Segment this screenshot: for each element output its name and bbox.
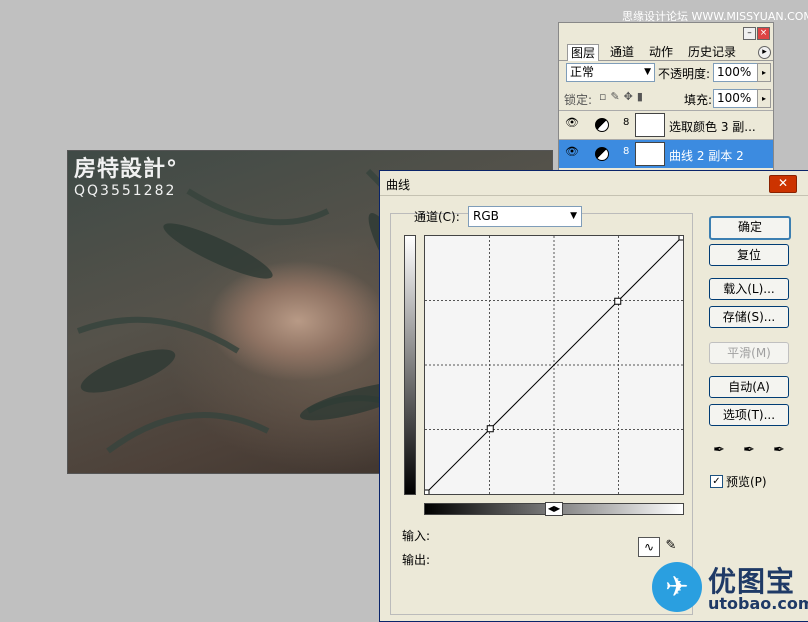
pencil-icon[interactable]: ✎ bbox=[663, 537, 679, 555]
tab-channels[interactable]: 通道 bbox=[607, 44, 637, 60]
blend-mode-select[interactable]: 正常 ▼ bbox=[566, 63, 655, 82]
lock-icons[interactable]: ▫✎✥▮ bbox=[599, 90, 647, 103]
adjustment-layer-icon bbox=[595, 118, 609, 132]
layer-name: 选取颜色 3 副... bbox=[669, 120, 756, 134]
eye-icon[interactable]: 👁 bbox=[565, 146, 579, 157]
auto-button[interactable]: 自动(A) bbox=[709, 376, 789, 398]
logo-title: 房特設計° bbox=[74, 157, 179, 182]
gradient-toggle-icon[interactable]: ◀▶ bbox=[545, 502, 563, 516]
link-icon: 8 bbox=[623, 146, 630, 157]
link-icon: 8 bbox=[623, 117, 630, 128]
curve-tool-icon[interactable]: ∿ bbox=[638, 537, 660, 557]
channel-select[interactable]: RGB ▼ bbox=[468, 206, 582, 227]
panel-menu-icon[interactable]: ▸ bbox=[758, 46, 771, 59]
dialog-title: 曲线 bbox=[386, 178, 411, 192]
layer-name: 曲线 2 副本 2 bbox=[669, 149, 744, 163]
fill-input[interactable]: 100% bbox=[713, 89, 758, 108]
curve-control-point[interactable] bbox=[678, 233, 686, 241]
chevron-down-icon: ▼ bbox=[570, 211, 577, 221]
chevron-down-icon: ▼ bbox=[644, 67, 651, 77]
layers-panel-titlebar bbox=[559, 23, 773, 41]
channel-value: RGB bbox=[473, 209, 499, 223]
layer-row-selected[interactable]: 👁 8 曲线 2 副本 2 bbox=[559, 139, 773, 168]
layer-mask-thumbnail[interactable] bbox=[635, 113, 665, 137]
layer-mask-thumbnail[interactable] bbox=[635, 142, 665, 166]
save-button[interactable]: 存储(S)... bbox=[709, 306, 789, 328]
output-gradient-bar bbox=[404, 235, 416, 495]
curve-svg[interactable] bbox=[422, 233, 686, 497]
preview-label: 预览(P) bbox=[726, 475, 767, 489]
tab-history[interactable]: 历史记录 bbox=[685, 44, 739, 60]
smooth-button[interactable]: 平滑(M) bbox=[709, 342, 789, 364]
curve-control-point[interactable] bbox=[486, 425, 494, 433]
close-icon[interactable]: × bbox=[757, 27, 770, 40]
logo-subtitle: QQ3551282 bbox=[74, 183, 177, 199]
opacity-arrow-icon[interactable]: ▸ bbox=[757, 63, 771, 82]
close-button[interactable]: ✕ bbox=[769, 175, 797, 193]
ok-button[interactable]: 确定 bbox=[709, 216, 791, 240]
tab-layers[interactable]: 图层 bbox=[567, 44, 600, 61]
eye-icon[interactable]: 👁 bbox=[565, 117, 579, 128]
dialog-titlebar: 曲线 ✕ bbox=[380, 171, 808, 196]
lock-label: 锁定: bbox=[564, 93, 593, 107]
channel-label: 通道(C): bbox=[414, 210, 460, 224]
output-label: 输出: bbox=[402, 553, 431, 567]
curve-control-point[interactable] bbox=[422, 489, 430, 497]
reset-button[interactable]: 复位 bbox=[709, 244, 789, 266]
layer-row[interactable]: 👁 8 选取颜色 3 副... bbox=[559, 110, 773, 139]
curve-graph[interactable] bbox=[422, 233, 686, 497]
input-label: 输入: bbox=[402, 529, 431, 543]
curve-control-point[interactable] bbox=[614, 297, 622, 305]
opacity-input[interactable]: 100% bbox=[713, 63, 758, 82]
layers-panel: – × 图层 通道 动作 历史记录 ▸ 正常 ▼ 不透明度: 100% ▸ 锁定… bbox=[558, 22, 774, 174]
preview-checkbox[interactable]: ✓ bbox=[710, 475, 723, 488]
fill-label: 填充: bbox=[684, 93, 713, 107]
fill-arrow-icon[interactable]: ▸ bbox=[757, 89, 771, 108]
blend-mode-value: 正常 bbox=[570, 65, 595, 79]
white-eyedropper-icon[interactable]: ✒ bbox=[770, 441, 788, 459]
panel-tabs: 图层 通道 动作 历史记录 ▸ bbox=[559, 42, 773, 61]
curves-dialog: 曲线 ✕ 通道(C): RGB ▼ ◀▶ 输入: 输出: ∿ ✎ 确定 复位 载… bbox=[379, 170, 808, 622]
bird-logo-icon: ✈ bbox=[652, 562, 702, 612]
brand-url: utobao.com bbox=[708, 594, 808, 613]
opacity-label: 不透明度: bbox=[658, 67, 711, 81]
gray-eyedropper-icon[interactable]: ✒ bbox=[740, 441, 758, 459]
options-button[interactable]: 选项(T)... bbox=[709, 404, 789, 426]
curves-layer-icon bbox=[595, 147, 609, 161]
load-button[interactable]: 载入(L)... bbox=[709, 278, 789, 300]
black-eyedropper-icon[interactable]: ✒ bbox=[710, 441, 728, 459]
minimize-icon[interactable]: – bbox=[743, 27, 756, 40]
curve-line[interactable] bbox=[425, 236, 683, 494]
tab-actions[interactable]: 动作 bbox=[646, 44, 676, 60]
